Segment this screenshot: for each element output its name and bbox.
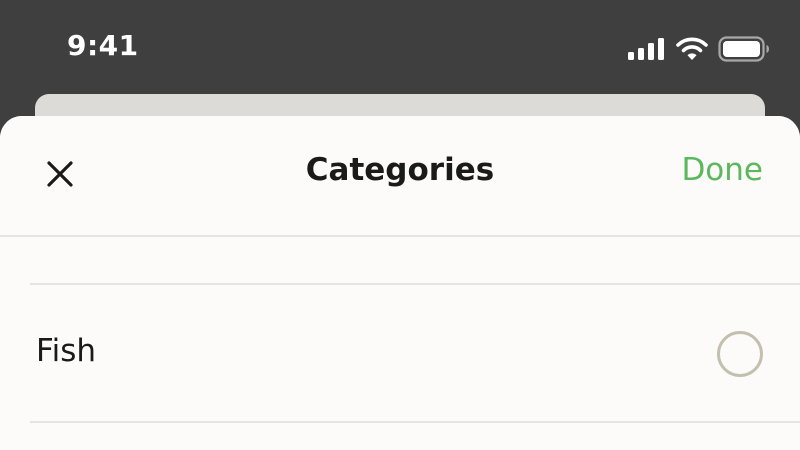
sheet-title: Categories <box>305 152 495 188</box>
done-button[interactable]: Done <box>681 152 763 188</box>
list-item-fish[interactable]: Fish <box>0 285 800 421</box>
status-bar: 9:41 <box>0 0 800 95</box>
categories-sheet: Categories Done Fish <box>0 116 800 450</box>
signal-icon <box>628 38 664 60</box>
radio-button[interactable] <box>717 331 763 377</box>
status-icons <box>628 36 770 62</box>
wifi-icon <box>676 37 708 61</box>
sheet-header: Categories Done <box>0 116 800 237</box>
screen: 9:41 Categories Done Fish <box>0 0 800 450</box>
divider <box>30 421 800 423</box>
list-item-label: Fish <box>36 333 96 369</box>
battery-icon <box>718 36 770 62</box>
status-time: 9:41 <box>67 29 139 62</box>
